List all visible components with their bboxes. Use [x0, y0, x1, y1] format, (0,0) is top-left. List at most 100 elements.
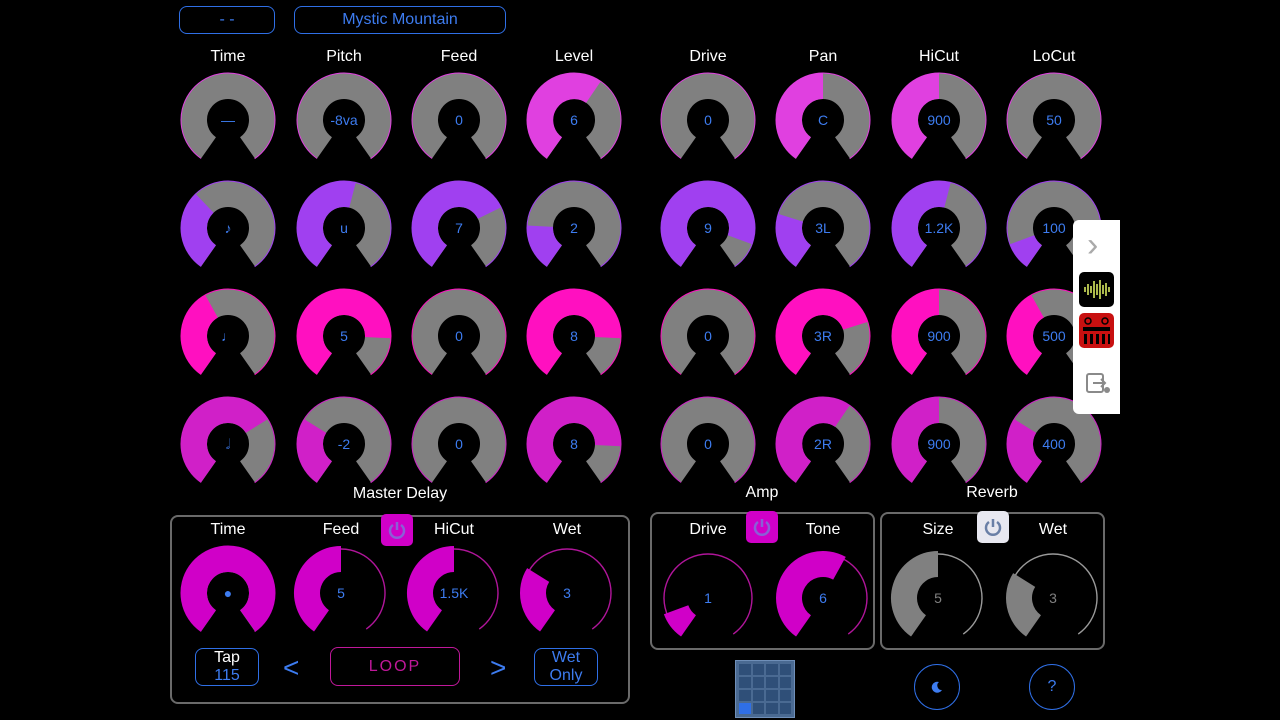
knob-r4-pan-value: 2R: [814, 436, 832, 452]
knob-r3-feed[interactable]: 0: [411, 288, 507, 384]
moon-icon: [931, 681, 942, 693]
knob-r4-hicut[interactable]: 900: [891, 396, 987, 492]
wet-only-button[interactable]: Wet Only: [534, 648, 598, 686]
knob-r1-drive[interactable]: 0: [660, 72, 756, 168]
knob-r3-level-value: 8: [570, 328, 578, 344]
column-label-pitch: Pitch: [326, 48, 362, 65]
reverb-wet-knob-value: 3: [1049, 590, 1057, 606]
knob-r3-pan[interactable]: 3R: [775, 288, 871, 384]
knob-r1-level-value: 6: [570, 112, 578, 128]
tap-bpm: 115: [214, 667, 240, 684]
knob-r4-level[interactable]: 8: [526, 396, 622, 492]
reverb-size-knob[interactable]: 5: [890, 550, 986, 646]
knob-r3-drive[interactable]: 0: [660, 288, 756, 384]
knob-r3-feed-value: 0: [455, 328, 463, 344]
knob-r4-time[interactable]: 𝅗𝅥: [180, 396, 276, 492]
chevron-right-icon[interactable]: ›: [1087, 226, 1098, 265]
exit-app-icon[interactable]: [1083, 368, 1113, 398]
knob-r3-time[interactable]: ♩: [180, 288, 276, 384]
master-wet-knob[interactable]: 3: [519, 545, 615, 641]
knob-r1-drive-value: 0: [704, 112, 712, 128]
preset-short-button[interactable]: - -: [179, 6, 275, 34]
column-label-drive: Drive: [689, 48, 727, 65]
knob-r2-pitch-value: u: [340, 220, 348, 236]
knob-r3-hicut-value: 900: [927, 328, 951, 344]
knob-r1-hicut[interactable]: 900: [891, 72, 987, 168]
knob-r1-hicut-value: 900: [927, 112, 951, 128]
column-label-feed: Feed: [440, 48, 478, 65]
prev-arrow-button[interactable]: <: [283, 652, 299, 684]
knob-r3-pan-value: 3R: [814, 328, 832, 344]
night-mode-button[interactable]: [914, 664, 960, 710]
knob-r4-hicut-value: 900: [927, 436, 951, 452]
master-feed-knob[interactable]: 5: [293, 545, 389, 641]
knob-r1-feed-value: 0: [455, 112, 463, 128]
help-button[interactable]: ?: [1029, 664, 1075, 710]
poison-logo-icon: [1083, 317, 1110, 344]
reverb-size-label: Size: [922, 521, 954, 538]
reverb-wet-knob[interactable]: 3: [1005, 550, 1101, 646]
amp-tone-knob-value: 6: [819, 590, 827, 606]
tap-label: Tap: [214, 649, 240, 666]
knob-r4-pan[interactable]: 2R: [775, 396, 871, 492]
knob-r1-time-value: —: [221, 112, 235, 128]
knob-r2-pitch[interactable]: u: [296, 180, 392, 276]
knob-r2-drive-value: 9: [704, 220, 712, 236]
knob-r4-drive[interactable]: 0: [660, 396, 756, 492]
master-wet-knob-value: 3: [563, 585, 571, 601]
reverb-wet-label: Wet: [1038, 521, 1068, 538]
exit-icon: [1086, 373, 1110, 393]
knob-r2-pan-value: 3L: [815, 220, 831, 236]
app-switcher-panel: ›: [1073, 220, 1120, 414]
knob-r3-time-value: ♩: [221, 328, 235, 344]
master-time-knob[interactable]: ●: [180, 545, 276, 641]
poison-app-icon[interactable]: [1079, 313, 1114, 348]
preset-name-button[interactable]: Mystic Mountain: [294, 6, 506, 34]
tap-tempo-button[interactable]: Tap 115: [195, 648, 259, 686]
column-label-hicut: HiCut: [918, 48, 959, 65]
master-feed-label: Feed: [322, 521, 360, 538]
knob-r1-feed[interactable]: 0: [411, 72, 507, 168]
amp-drive-label: Drive: [689, 521, 727, 538]
knob-r2-level-value: 2: [570, 220, 578, 236]
master-feed-knob-value: 5: [337, 585, 345, 601]
master-time-knob-value: ●: [223, 585, 233, 601]
reverb-size-knob-value: 5: [934, 590, 942, 606]
knob-r2-pan[interactable]: 3L: [775, 180, 871, 276]
knob-r3-level[interactable]: 8: [526, 288, 622, 384]
column-label-time: Time: [210, 48, 246, 65]
master-wet-label: Wet: [552, 521, 582, 538]
column-label-locut: LoCut: [1032, 48, 1076, 65]
knob-r1-pan[interactable]: C: [775, 72, 871, 168]
knob-r3-pitch-value: 5: [340, 328, 348, 344]
knob-r1-locut[interactable]: 50: [1006, 72, 1102, 168]
knob-r2-hicut[interactable]: 1.2K: [891, 180, 987, 276]
knob-r1-pitch[interactable]: -8va: [296, 72, 392, 168]
audio-app-icon[interactable]: [1079, 272, 1114, 307]
knob-r2-time-value: ♪: [224, 220, 232, 236]
pad-grid-button[interactable]: [735, 660, 795, 718]
amp-tone-knob[interactable]: 6: [775, 550, 871, 646]
master-hicut-label: HiCut: [433, 521, 474, 538]
knob-r1-time[interactable]: —: [180, 72, 276, 168]
knob-r4-feed-value: 0: [455, 436, 463, 452]
knob-r4-time-value: 𝅗𝅥: [225, 435, 231, 452]
knob-r2-drive[interactable]: 9: [660, 180, 756, 276]
knob-r2-level[interactable]: 2: [526, 180, 622, 276]
knob-r1-pitch-value: -8va: [330, 112, 358, 128]
knob-r4-feed[interactable]: 0: [411, 396, 507, 492]
loop-button[interactable]: LOOP: [330, 647, 460, 686]
master-hicut-knob[interactable]: 1.5K: [406, 545, 502, 641]
knob-r2-feed[interactable]: 7: [411, 180, 507, 276]
knob-r3-pitch[interactable]: 5: [296, 288, 392, 384]
knob-r4-pitch[interactable]: -2: [296, 396, 392, 492]
knob-r2-time[interactable]: ♪: [180, 180, 276, 276]
knob-r1-pan-value: C: [817, 112, 829, 128]
knob-r1-level[interactable]: 6: [526, 72, 622, 168]
knob-r3-hicut[interactable]: 900: [891, 288, 987, 384]
column-label-pan: Pan: [808, 48, 838, 65]
next-arrow-button[interactable]: >: [490, 652, 506, 684]
amp-drive-knob[interactable]: 1: [660, 550, 756, 646]
amp-drive-knob-value: 1: [704, 590, 712, 606]
reverb-title: Reverb: [966, 484, 1018, 501]
